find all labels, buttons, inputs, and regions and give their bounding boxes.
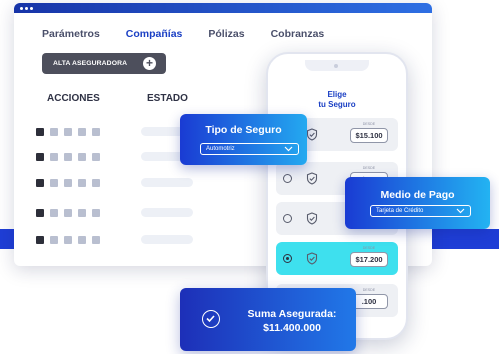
nav-item-polizas[interactable]: Pólizas xyxy=(208,28,244,40)
document-icon[interactable] xyxy=(36,179,44,187)
document-icon[interactable] xyxy=(36,236,44,244)
radio-button[interactable] xyxy=(283,254,292,263)
tipo-seguro-select[interactable]: Automotriz xyxy=(200,143,299,155)
chevron-down-icon xyxy=(284,145,293,156)
tipo-seguro-card: Tipo de Seguro Automotriz xyxy=(180,114,307,165)
document-icon[interactable] xyxy=(36,153,44,161)
phone-title: Elige tu Seguro xyxy=(268,90,406,110)
suma-asegurada-title: Suma Asegurada: xyxy=(247,308,337,320)
print-icon[interactable] xyxy=(92,236,100,244)
table-row xyxy=(36,235,100,245)
lock-icon[interactable] xyxy=(64,209,72,217)
window-titlebar xyxy=(14,3,432,13)
hero-illustration: Parámetros Compañías Pólizas Cobranzas A… xyxy=(0,0,499,354)
phone-title-line1: Elige xyxy=(327,90,347,99)
medio-pago-select[interactable]: Tarjeta de Crédito xyxy=(370,205,471,217)
plus-icon: + xyxy=(143,57,156,70)
tipo-seguro-title: Tipo de Seguro xyxy=(205,124,282,136)
price-from-label: DESDE xyxy=(362,246,376,250)
calendar-icon[interactable] xyxy=(78,128,86,136)
column-header-acciones: ACCIONES xyxy=(47,93,100,104)
radio-button[interactable] xyxy=(283,214,292,223)
lock-icon[interactable] xyxy=(64,179,72,187)
price-from-label: DESDE xyxy=(362,166,376,170)
table-row xyxy=(36,178,100,188)
print-icon[interactable] xyxy=(92,153,100,161)
nav-item-companias[interactable]: Compañías xyxy=(126,28,183,40)
phone-title-line2: tu Seguro xyxy=(318,100,356,109)
calendar-icon[interactable] xyxy=(78,209,86,217)
insurance-option-card[interactable]: DESDE $17.200 xyxy=(276,242,398,275)
nav-item-cobranzas[interactable]: Cobranzas xyxy=(271,28,325,40)
shield-check-icon xyxy=(306,212,318,230)
column-header-estado: ESTADO xyxy=(147,93,188,104)
price-badge: $17.200 xyxy=(350,252,388,267)
alta-aseguradora-label: ALTA ASEGURADORA xyxy=(53,60,128,67)
print-icon[interactable] xyxy=(92,209,100,217)
medio-pago-title: Medio de Pago xyxy=(380,189,455,201)
print-icon[interactable] xyxy=(92,128,100,136)
suma-asegurada-amount: $11.400.000 xyxy=(263,322,321,334)
swap-icon[interactable] xyxy=(50,236,58,244)
swap-icon[interactable] xyxy=(50,179,58,187)
window-dot-icon xyxy=(25,7,28,10)
print-icon[interactable] xyxy=(92,179,100,187)
table-row xyxy=(36,127,100,137)
check-circle-icon xyxy=(202,310,220,328)
lock-icon[interactable] xyxy=(64,153,72,161)
nav-item-parametros[interactable]: Parámetros xyxy=(42,28,100,40)
chevron-down-icon xyxy=(456,207,465,218)
lock-icon[interactable] xyxy=(64,236,72,244)
status-placeholder xyxy=(141,178,193,187)
table-row xyxy=(36,208,100,218)
document-icon[interactable] xyxy=(36,209,44,217)
status-placeholder xyxy=(141,235,193,244)
document-icon[interactable] xyxy=(36,128,44,136)
alta-aseguradora-button[interactable]: ALTA ASEGURADORA + xyxy=(42,53,166,74)
calendar-icon[interactable] xyxy=(78,236,86,244)
shield-check-icon xyxy=(306,128,318,146)
phone-notch xyxy=(305,60,369,71)
calendar-icon[interactable] xyxy=(78,153,86,161)
radio-button[interactable] xyxy=(283,174,292,183)
tipo-seguro-value: Automotriz xyxy=(206,146,235,152)
swap-icon[interactable] xyxy=(50,209,58,217)
status-placeholder xyxy=(141,208,193,217)
table-row xyxy=(36,152,100,162)
swap-icon[interactable] xyxy=(50,153,58,161)
medio-pago-value: Tarjeta de Crédito xyxy=(376,208,424,214)
calendar-icon[interactable] xyxy=(78,179,86,187)
price-badge: $15.100 xyxy=(350,128,388,143)
top-nav: Parámetros Compañías Pólizas Cobranzas xyxy=(42,28,350,40)
shield-check-icon xyxy=(306,172,318,190)
swap-icon[interactable] xyxy=(50,128,58,136)
lock-icon[interactable] xyxy=(64,128,72,136)
shield-check-icon xyxy=(306,252,318,270)
suma-asegurada-card: Suma Asegurada: $11.400.000 xyxy=(180,288,356,351)
medio-pago-card: Medio de Pago Tarjeta de Crédito xyxy=(345,177,490,229)
price-from-label: DESDE xyxy=(362,122,376,126)
window-dot-icon xyxy=(20,7,23,10)
window-dot-icon xyxy=(30,7,33,10)
